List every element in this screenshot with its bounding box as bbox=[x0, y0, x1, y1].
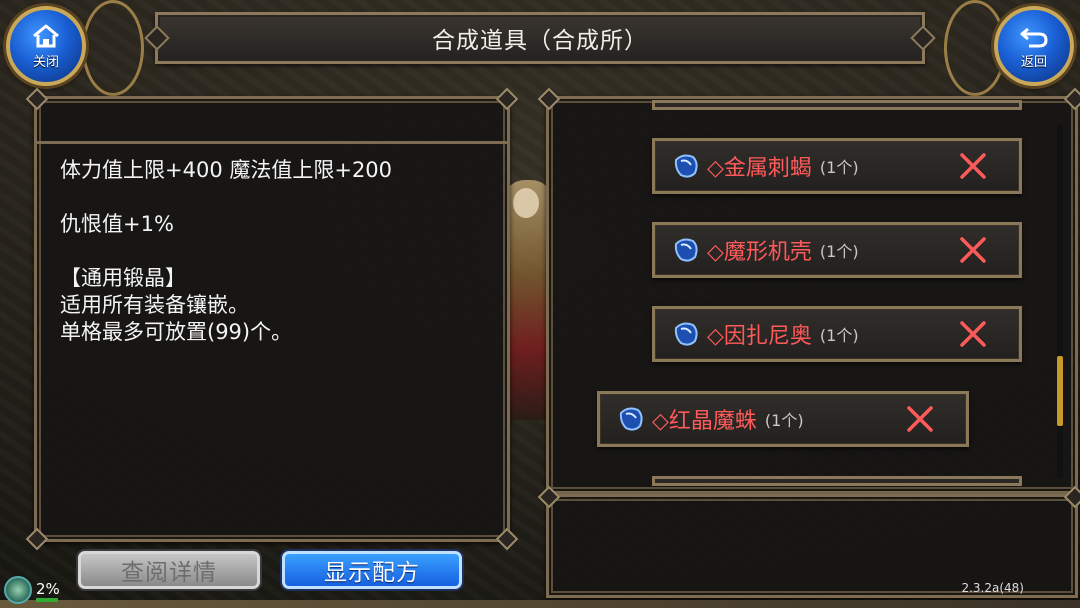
material-count: (1个) bbox=[819, 158, 859, 177]
list-item-partial bbox=[652, 476, 1022, 486]
material-name: ◇魔形机壳 bbox=[707, 240, 812, 265]
description-header bbox=[34, 96, 510, 144]
description-line: 单格最多可放置(99)个。 bbox=[60, 320, 293, 344]
back-button[interactable]: 返回 bbox=[994, 6, 1074, 86]
close-x-icon[interactable] bbox=[906, 405, 934, 433]
home-icon bbox=[33, 24, 59, 47]
status-progress-bar bbox=[36, 598, 58, 602]
left-ornament bbox=[82, 0, 144, 96]
description-line: 适用所有装备镶嵌。 bbox=[60, 293, 249, 317]
version-label: 2.3.2a(48) bbox=[961, 581, 1024, 595]
item-description: 体力值上限+400 魔法值上限+200 仇恨值+1% 【通用锻晶】 适用所有装备… bbox=[60, 160, 500, 349]
show-recipe-button[interactable]: 显示配方 bbox=[282, 551, 462, 589]
back-label: 返回 bbox=[1020, 54, 1047, 70]
status-percent: 2% bbox=[36, 580, 60, 598]
material-item[interactable]: ◇因扎尼奥 (1个) bbox=[652, 306, 1022, 362]
view-details-button[interactable]: 查阅详情 bbox=[78, 551, 260, 589]
scrollbar-thumb[interactable] bbox=[1057, 356, 1063, 426]
material-count: (1个) bbox=[819, 242, 859, 261]
close-x-icon[interactable] bbox=[959, 152, 987, 180]
gem-icon bbox=[674, 154, 698, 178]
description-line bbox=[60, 187, 500, 214]
material-name: ◇因扎尼奥 bbox=[707, 324, 812, 349]
list-item-partial bbox=[652, 100, 1022, 110]
gem-icon bbox=[674, 322, 698, 346]
material-count: (1个) bbox=[764, 411, 804, 430]
material-name: ◇红晶魔蛛 bbox=[652, 409, 757, 434]
description-line: 仇恨值+1% bbox=[60, 212, 174, 236]
description-line bbox=[60, 241, 500, 268]
material-item[interactable]: ◇魔形机壳 (1个) bbox=[652, 222, 1022, 278]
page-title: 合成道具（合成所） bbox=[432, 28, 648, 54]
gem-icon bbox=[619, 407, 643, 431]
title-bar: 合成道具（合成所） bbox=[144, 12, 936, 64]
character-head bbox=[513, 188, 539, 218]
material-item[interactable]: ◇金属刺蝎 (1个) bbox=[652, 138, 1022, 194]
close-label: 关闭 bbox=[32, 54, 59, 70]
close-x-icon[interactable] bbox=[959, 236, 987, 264]
material-item-selected[interactable]: ◇红晶魔蛛 (1个) bbox=[597, 391, 969, 447]
back-arrow-icon bbox=[1020, 27, 1048, 47]
gem-icon bbox=[674, 238, 698, 262]
bottom-border bbox=[0, 600, 1080, 608]
status-orb-icon bbox=[4, 576, 32, 604]
description-line: 体力值上限+400 魔法值上限+200 bbox=[60, 158, 393, 182]
description-line: 【通用锻晶】 bbox=[60, 266, 186, 290]
close-x-icon[interactable] bbox=[959, 320, 987, 348]
close-button[interactable]: 关闭 bbox=[6, 6, 86, 86]
material-name: ◇金属刺蝎 bbox=[707, 156, 812, 181]
material-count: (1个) bbox=[819, 326, 859, 345]
